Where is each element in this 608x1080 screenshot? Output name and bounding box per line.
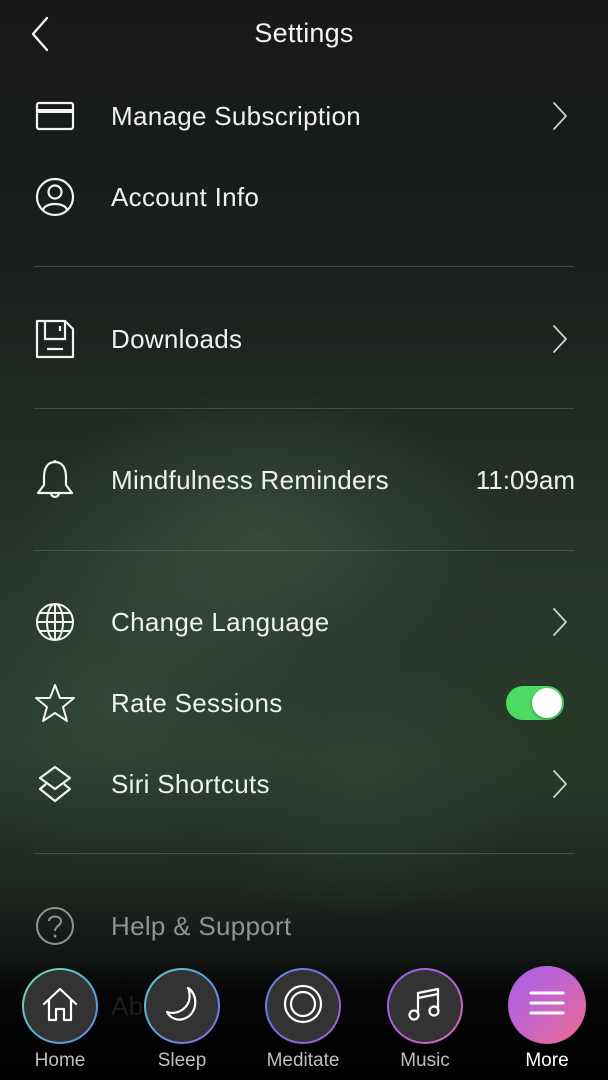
moon-icon (162, 984, 202, 1029)
manage-subscription-label: Manage Subscription (111, 100, 361, 131)
star-icon (34, 682, 76, 724)
siri-shortcuts-icon (34, 763, 76, 805)
chevron-right-icon (550, 768, 570, 800)
change-language-row[interactable]: Change Language (0, 590, 608, 654)
menu-lines-icon (529, 990, 565, 1021)
account-info-label: Account Info (111, 181, 260, 212)
user-circle-icon (34, 176, 76, 218)
tab-sleep[interactable]: Sleep (127, 968, 237, 1080)
rate-sessions-toggle[interactable] (506, 686, 564, 720)
reminder-time-value: 11:09am (475, 464, 575, 495)
mindfulness-reminders-row[interactable]: Mindfulness Reminders 11:09am (0, 448, 608, 512)
credit-card-icon (34, 95, 76, 137)
rate-sessions-row: Rate Sessions (0, 671, 608, 735)
tab-meditate[interactable]: Meditate (248, 968, 358, 1080)
globe-icon (34, 601, 76, 643)
rate-sessions-label: Rate Sessions (111, 687, 283, 718)
siri-shortcuts-label: Siri Shortcuts (111, 768, 270, 799)
help-support-label: Help & Support (111, 910, 292, 941)
divider (34, 266, 574, 267)
tab-sleep-label: Sleep (157, 1050, 207, 1071)
tab-home[interactable]: Home (5, 968, 115, 1080)
siri-shortcuts-row[interactable]: Siri Shortcuts (0, 752, 608, 816)
music-note-icon (405, 984, 445, 1029)
divider (34, 408, 574, 409)
divider (34, 853, 574, 854)
toggle-knob (532, 688, 562, 718)
tab-music-label: Music (400, 1050, 450, 1071)
floppy-disk-icon (34, 318, 76, 360)
chevron-right-icon (550, 323, 570, 355)
meditate-rings-icon (282, 983, 324, 1030)
downloads-label: Downloads (111, 323, 243, 354)
question-circle-icon (34, 905, 76, 947)
downloads-row[interactable]: Downloads (0, 307, 608, 371)
chevron-right-icon (550, 606, 570, 638)
header: Settings (0, 0, 608, 72)
chevron-right-icon (550, 100, 570, 132)
mindfulness-reminders-label: Mindfulness Reminders (111, 464, 389, 495)
page-title: Settings (254, 18, 354, 48)
account-info-row[interactable]: Account Info (0, 165, 608, 229)
tab-more[interactable]: More (492, 966, 602, 1080)
manage-subscription-row[interactable]: Manage Subscription (0, 84, 608, 148)
tab-music[interactable]: Music (370, 968, 480, 1080)
help-support-row[interactable]: Help & Support (0, 894, 608, 958)
tab-home-label: Home (34, 1050, 86, 1071)
divider (34, 550, 574, 551)
home-icon (40, 984, 80, 1029)
tab-meditate-label: Meditate (266, 1050, 340, 1071)
change-language-label: Change Language (111, 606, 330, 637)
bottom-tab-bar: Home Sleep Meditate Music More (0, 960, 608, 1080)
bell-icon (34, 459, 76, 501)
tab-more-label: More (525, 1050, 569, 1071)
